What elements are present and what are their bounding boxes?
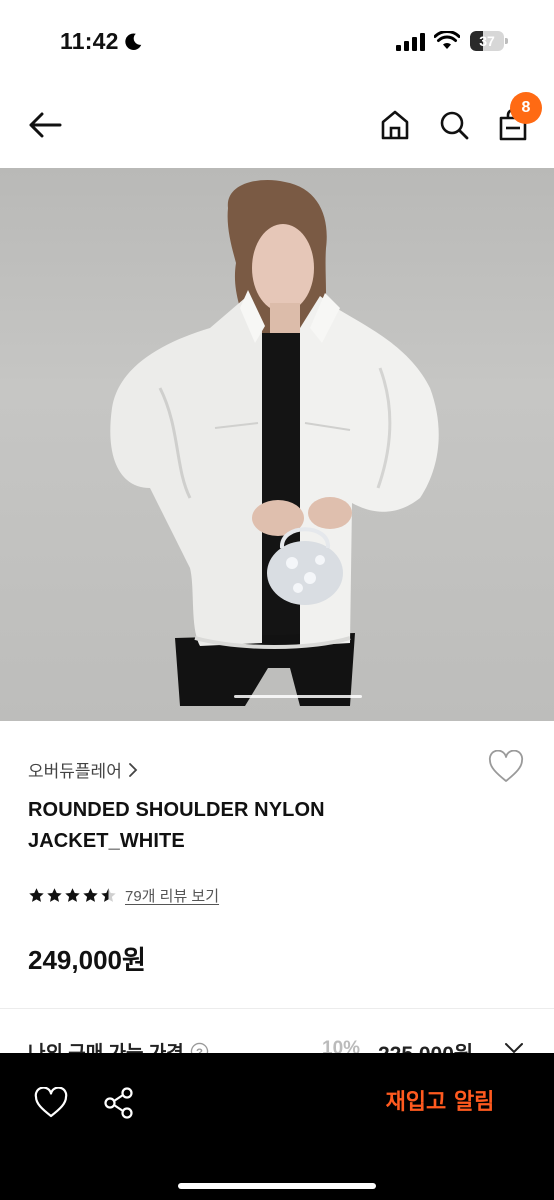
battery-body: 37 (470, 31, 504, 51)
brand-link[interactable]: 오버듀플레어 (28, 757, 138, 782)
share-icon[interactable] (102, 1086, 136, 1120)
star-icon (83, 888, 98, 902)
carousel-indicator (234, 695, 362, 698)
rating-stars (28, 887, 117, 904)
nav-header (0, 84, 554, 168)
signal-icon (396, 33, 425, 51)
product-price: 249,000원 (28, 945, 146, 975)
review-link[interactable]: 79개 리뷰 보기 (125, 885, 219, 906)
star-icon (47, 888, 62, 902)
chevron-right-icon (128, 762, 138, 777)
star-icon (65, 888, 80, 902)
home-indicator (178, 1183, 376, 1189)
battery-level: 37 (479, 33, 495, 49)
wifi-icon (434, 31, 460, 49)
star-icon (101, 888, 116, 902)
battery-indicator: 37 (470, 31, 508, 51)
cart-count-badge: 8 (510, 92, 542, 124)
moon-icon (125, 33, 142, 50)
product-photo (110, 179, 439, 706)
search-icon[interactable] (437, 108, 471, 142)
divider (0, 1008, 554, 1009)
heart-icon[interactable] (34, 1087, 68, 1119)
arrow-left-icon[interactable] (26, 108, 64, 142)
bottom-action-bar: 재입고 알림 (0, 1053, 554, 1200)
product-title: ROUNDED SHOULDER NYLON JACKET_WHITE (28, 799, 325, 852)
product-image-carousel[interactable] (0, 168, 554, 721)
heart-icon[interactable] (488, 750, 524, 784)
rating-row: 79개 리뷰 보기 (28, 885, 219, 906)
battery-cap (505, 38, 508, 44)
brand-name: 오버듀플레어 (28, 762, 122, 781)
status-bar: 11:42 37 (0, 0, 554, 84)
status-time: 11:42 (60, 28, 119, 54)
star-icon (29, 888, 44, 902)
restock-alert-button[interactable]: 재입고 알림 (360, 1083, 520, 1123)
home-icon[interactable] (378, 108, 412, 142)
